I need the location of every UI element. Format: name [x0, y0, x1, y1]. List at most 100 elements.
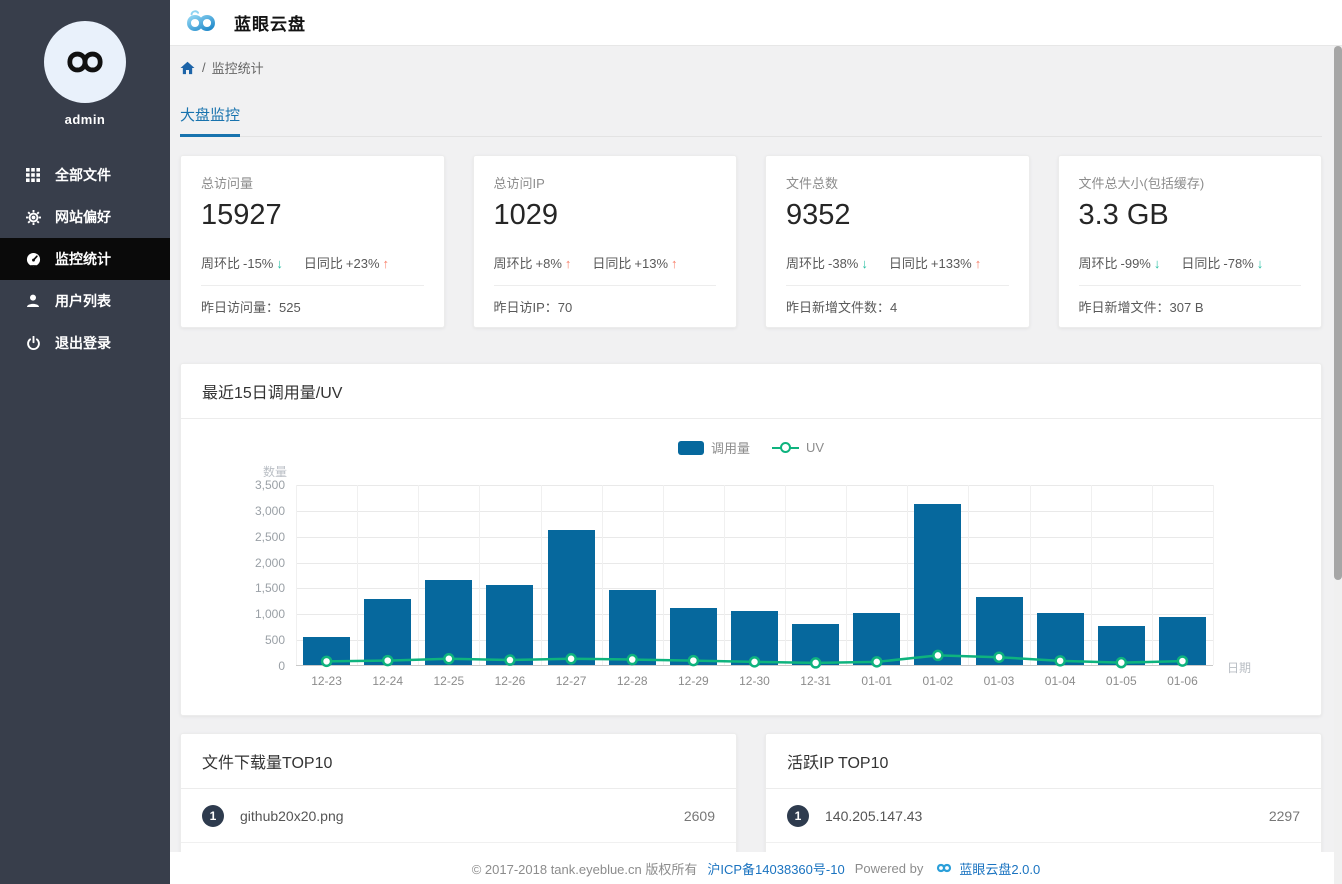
x-tick-label: 12-31: [800, 674, 831, 688]
trend-arrow-icon: ↓: [1256, 256, 1264, 271]
chart-card: 最近15日调用量/UV 调用量 UV 数量 日期 0 500 1,000 1,5…: [180, 363, 1322, 716]
x-axis-title: 日期: [1227, 661, 1252, 675]
y-tick-label: 3,000: [254, 503, 285, 518]
divider: [493, 285, 716, 286]
stat-trends: 周环比 +8% ↑ 日同比 +13% ↑: [493, 256, 678, 271]
product-version-link[interactable]: 蓝眼云盘2.0.0: [959, 859, 1040, 878]
app-logo-icon: [187, 9, 215, 31]
footer-logo-icon: [933, 860, 955, 876]
visit-count: 2297: [1268, 807, 1300, 824]
chart-plot: [296, 485, 1214, 669]
legend-item-uv[interactable]: UV: [771, 440, 824, 455]
x-tick-label: 12-30: [739, 674, 770, 688]
stat-trends: 周环比 -99% ↓ 日同比 -78% ↓: [1078, 256, 1264, 271]
stat-card-total-size: 文件总大小(包括缓存) 3.3 GB 周环比 -99% ↓ 日同比 -78% ↓ 昨日新…: [1057, 155, 1322, 328]
y-tick-label: 1,000: [254, 607, 285, 622]
x-tick-label: 12-29: [678, 674, 709, 688]
x-tick-label: 01-01: [861, 674, 893, 688]
gear-icon: [25, 209, 41, 225]
sidebar-item-users[interactable]: 用户列表: [0, 280, 170, 322]
stat-label: 文件总大小(包括缓存): [1078, 176, 1205, 191]
x-tick-label: 12-28: [616, 674, 648, 688]
gauge-icon: [25, 251, 41, 267]
stat-value: 1029: [493, 199, 559, 231]
grid-icon: [25, 167, 41, 183]
page-content: / 监控统计 大盘监控 总访问量 15927 周环比 -15% ↓ 日同比 +23% ↑…: [170, 46, 1342, 884]
sidebar-item-monitoring[interactable]: 监控统计: [0, 238, 170, 280]
y-tick-label: 0: [278, 659, 285, 673]
y-tick-label: 2,500: [254, 529, 285, 544]
stat-card-total-ips: 总访问IP 1029 周环比 +8% ↑ 日同比 +13% ↑ 昨日访IP：70: [472, 155, 737, 328]
x-tick-label: 01-03: [983, 674, 1015, 688]
stat-value: 3.3 GB: [1078, 199, 1169, 231]
vertical-scrollbar: [1334, 46, 1342, 884]
scrollbar-thumb[interactable]: [1334, 46, 1342, 580]
home-icon[interactable]: [180, 61, 195, 75]
sidebar-item-logout[interactable]: 退出登录: [0, 322, 170, 364]
main-area: 蓝眼云盘 / 监控统计 大盘监控 总访问量 15927 周环比 -15% ↓ 日…: [170, 0, 1342, 884]
chart-legend: 调用量 UV: [181, 419, 1321, 457]
stat-label: 总访问IP: [493, 176, 545, 191]
stat-footnote: 昨日访IP：70: [493, 300, 573, 315]
username: admin: [64, 112, 106, 127]
sidebar-item-label: 退出登录: [55, 335, 111, 351]
sidebar-nav: 全部文件 网站偏好 监控统计 用户列表 退出登录: [0, 154, 170, 364]
trend-arrow-icon: ↑: [564, 256, 572, 271]
sidebar-item-label: 全部文件: [55, 167, 111, 183]
power-icon: [25, 335, 41, 351]
sidebar-item-label: 网站偏好: [55, 209, 111, 225]
x-tick-label: 12-26: [494, 674, 526, 688]
sidebar-item-all-files[interactable]: 全部文件: [0, 154, 170, 196]
stat-value: 15927: [201, 199, 282, 231]
stat-card-total-visits: 总访问量 15927 周环比 -15% ↓ 日同比 +23% ↑ 昨日访问量：525: [180, 155, 445, 328]
download-count: 2609: [683, 807, 715, 824]
x-tick-label: 12-25: [433, 674, 465, 688]
x-tick-label: 12-23: [311, 674, 342, 688]
tab-bar: 大盘监控: [180, 104, 1322, 137]
legend-label: 调用量: [710, 441, 750, 456]
divider: [201, 285, 424, 286]
sidebar-item-label: 监控统计: [55, 251, 111, 267]
sidebar: admin 全部文件 网站偏好 监控统计 用户列表 退出登录: [0, 0, 170, 884]
sidebar-item-label: 用户列表: [55, 293, 111, 309]
copyright-text: © 2017-2018 tank.eyeblue.cn 版权所有: [471, 861, 698, 877]
rank-badge: 1: [787, 804, 809, 827]
stat-card-total-files: 文件总数 9352 周环比 -38% ↓ 日同比 +133% ↑ 昨日新增文件数：4: [765, 155, 1030, 328]
trend-arrow-icon: ↓: [861, 256, 868, 271]
x-tick-label: 01-04: [1044, 674, 1076, 688]
divider: [786, 285, 1009, 286]
y-tick-label: 500: [264, 633, 285, 648]
legend-line-icon: [771, 441, 799, 454]
x-tick-label: 12-27: [555, 674, 587, 688]
stats-row: 总访问量 15927 周环比 -15% ↓ 日同比 +23% ↑ 昨日访问量：525 总…: [180, 155, 1322, 328]
ip-address: 140.205.147.43: [825, 807, 923, 824]
y-tick-label: 1,500: [254, 581, 285, 596]
trend-arrow-icon: ↓: [1153, 256, 1161, 271]
list-item: 1 140.205.147.43 2297: [766, 789, 1321, 843]
chart-area: 数量 日期 0 500 1,000 1,500 2,000 2,500 3,000 3,500…: [181, 463, 1321, 715]
breadcrumb: / 监控统计: [180, 58, 1322, 77]
x-tick-label: 12-24: [372, 674, 404, 688]
list-title: 活跃IP TOP10: [766, 734, 1321, 789]
chart-title: 最近15日调用量/UV: [181, 364, 1321, 419]
sidebar-item-preferences[interactable]: 网站偏好: [0, 196, 170, 238]
file-name: github20x20.png: [240, 807, 344, 824]
y-tick-label: 3,500: [254, 478, 285, 492]
list-title: 文件下载量TOP10: [181, 734, 736, 789]
avatar[interactable]: [44, 21, 126, 103]
icp-link[interactable]: 沪ICP备14038360号-10: [707, 859, 844, 878]
uv-line-series: [320, 649, 1189, 669]
x-tick-label: 01-02: [922, 674, 954, 688]
stat-value: 9352: [786, 199, 851, 231]
x-tick-label: 01-05: [1105, 674, 1137, 688]
stat-footnote: 昨日访问量：525: [201, 300, 301, 315]
breadcrumb-current: 监控统计: [211, 61, 264, 76]
stat-label: 文件总数: [786, 176, 839, 191]
trend-arrow-icon: ↑: [974, 256, 982, 271]
stat-label: 总访问量: [201, 176, 254, 191]
legend-item-calls[interactable]: 调用量: [677, 438, 750, 457]
top-header: 蓝眼云盘: [170, 0, 1342, 46]
tab-dashboard-monitor[interactable]: 大盘监控: [180, 104, 241, 137]
stat-footnote: 昨日新增文件数：4: [786, 300, 898, 315]
list-item: 1 github20x20.png 2609: [181, 789, 736, 843]
